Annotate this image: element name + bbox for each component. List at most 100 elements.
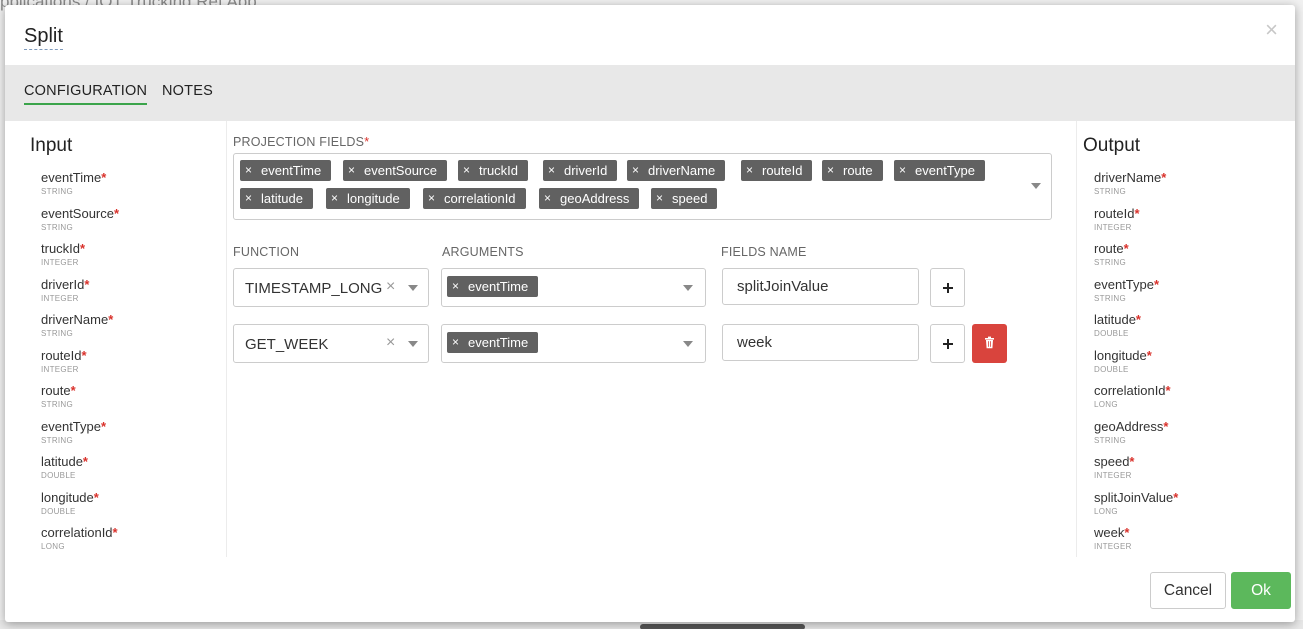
projection-chip-label: driverId <box>564 163 608 178</box>
field-name: correlationId* <box>1094 384 1178 398</box>
output-schema-panel: Output driverName* STRING routeId* INTEGER r… <box>1076 121 1295 557</box>
schema-field: routeId* INTEGER <box>1094 205 1178 243</box>
schema-field: latitude* DOUBLE <box>1094 313 1178 349</box>
plus-icon-stem <box>947 283 949 293</box>
schema-field: driverName* STRING <box>1094 171 1178 207</box>
schema-field: longitude* DOUBLE <box>41 489 119 527</box>
remove-chip-icon[interactable]: × <box>463 160 470 181</box>
remove-chip-icon[interactable]: × <box>746 160 753 181</box>
field-name-text: splitJoinValue <box>1094 489 1174 505</box>
remove-chip-icon[interactable]: × <box>827 160 834 181</box>
remove-chip-icon[interactable]: × <box>544 188 551 209</box>
field-name-text: longitude <box>1094 347 1147 363</box>
field-type: STRING <box>1094 293 1127 303</box>
projection-chip: × correlationId <box>423 188 526 209</box>
remove-chip-icon[interactable]: × <box>428 188 435 209</box>
add-row-button[interactable] <box>930 324 965 363</box>
remove-chip-icon[interactable]: × <box>348 160 355 181</box>
remove-chip-icon[interactable]: × <box>331 188 338 209</box>
argument-chip-label: eventTime <box>468 335 529 350</box>
remove-chip-icon[interactable]: × <box>245 188 252 209</box>
chevron-down-icon[interactable] <box>683 341 693 347</box>
field-type: DOUBLE <box>1094 364 1129 374</box>
field-name: splitJoinValue* <box>1094 489 1178 505</box>
field-type: STRING <box>41 400 74 409</box>
cancel-button[interactable]: Cancel <box>1150 572 1226 609</box>
delete-row-button[interactable] <box>972 324 1007 363</box>
remove-chip-icon[interactable]: × <box>452 332 459 353</box>
field-name: speed* <box>1094 455 1178 469</box>
remove-chip-icon[interactable]: × <box>899 160 906 181</box>
field-name: week* <box>1094 526 1178 540</box>
field-type: INTEGER <box>41 293 79 303</box>
field-name-text: eventType <box>1094 276 1154 292</box>
function-select[interactable]: TIMESTAMP_LONG × <box>233 268 429 307</box>
remove-chip-icon[interactable]: × <box>656 188 663 209</box>
projection-chip: × eventSource <box>343 160 447 181</box>
schema-field: route* STRING <box>41 384 119 420</box>
field-name-text: latitude <box>41 454 83 469</box>
chevron-down-icon[interactable] <box>1031 183 1041 189</box>
schema-field: truckId* INTEGER <box>41 242 119 278</box>
tab-notes[interactable]: NOTES <box>162 83 213 103</box>
schema-field: week* INTEGER <box>1094 526 1178 562</box>
remove-chip-icon[interactable]: × <box>452 276 459 297</box>
schema-field: splitJoinValue* LONG <box>1094 489 1178 527</box>
schema-field: driverName* STRING <box>41 313 119 349</box>
projection-chip: × driverId <box>543 160 618 181</box>
field-type: STRING <box>41 222 74 232</box>
field-name: driverName* <box>1094 171 1178 185</box>
chevron-down-icon[interactable] <box>683 285 693 291</box>
field-name-input[interactable] <box>722 324 919 361</box>
arguments-select[interactable]: × eventTime <box>441 268 706 307</box>
function-select-value: TIMESTAMP_LONG <box>245 280 383 297</box>
required-mark: * <box>82 454 88 469</box>
field-type: DOUBLE <box>1094 329 1129 338</box>
remove-chip-icon[interactable]: × <box>245 160 252 181</box>
required-mark: * <box>1129 454 1135 469</box>
field-name-text: driverName <box>41 312 109 327</box>
output-field-list: driverName* STRING routeId* INTEGER route* ST… <box>1094 171 1178 562</box>
modal-title[interactable]: Split <box>24 25 63 50</box>
remove-chip-icon[interactable]: × <box>548 160 555 181</box>
required-mark: * <box>1134 205 1140 221</box>
clear-icon[interactable]: × <box>386 278 395 296</box>
field-type: LONG <box>41 542 65 551</box>
field-name-text: driverName <box>1094 170 1162 185</box>
arguments-select[interactable]: × eventTime <box>441 324 706 363</box>
chevron-down-icon[interactable] <box>408 285 418 291</box>
projection-chip-label: latitude <box>261 191 303 206</box>
schema-field: eventSource* STRING <box>41 206 119 243</box>
required-mark: * <box>101 170 107 185</box>
clear-icon[interactable]: × <box>386 334 395 352</box>
projection-chip-label: eventSource <box>364 163 437 178</box>
remove-chip-icon[interactable]: × <box>632 160 639 181</box>
field-name: driverName* <box>41 313 119 327</box>
field-name-text: correlationId <box>41 525 113 540</box>
required-mark: * <box>1135 312 1141 327</box>
close-icon[interactable]: × <box>1265 19 1278 41</box>
field-name: route* <box>1094 242 1178 256</box>
field-type: STRING <box>41 329 74 338</box>
field-name-text: week <box>1094 525 1125 540</box>
input-field-list: eventTime* STRING eventSource* STRING truckI… <box>41 171 119 562</box>
projection-fields-select[interactable]: × eventTime × eventSource × truckId × driverId ×… <box>233 153 1052 220</box>
projection-chip-label: eventType <box>915 163 975 178</box>
add-row-button[interactable] <box>930 268 965 307</box>
ok-button[interactable]: Ok <box>1231 572 1291 609</box>
tab-configuration[interactable]: CONFIGURATION <box>24 83 148 105</box>
field-name-text: longitude <box>41 489 94 505</box>
projection-chip-label: route <box>843 163 873 178</box>
chevron-down-icon[interactable] <box>408 341 418 347</box>
function-select[interactable]: GET_WEEK × <box>233 324 429 363</box>
projection-chip-label: driverName <box>648 163 716 178</box>
input-heading: Input <box>30 135 73 156</box>
field-type: INTEGER <box>1094 542 1132 551</box>
required-mark: * <box>1124 525 1130 540</box>
field-type: STRING <box>41 435 74 445</box>
projection-chip: × eventTime <box>240 160 332 181</box>
input-schema-panel: Input eventTime* STRING eventSource* STRING… <box>5 121 227 557</box>
schema-field: longitude* DOUBLE <box>1094 347 1178 385</box>
field-name-input[interactable] <box>722 268 919 305</box>
projection-chip-label: correlationId <box>444 191 516 206</box>
